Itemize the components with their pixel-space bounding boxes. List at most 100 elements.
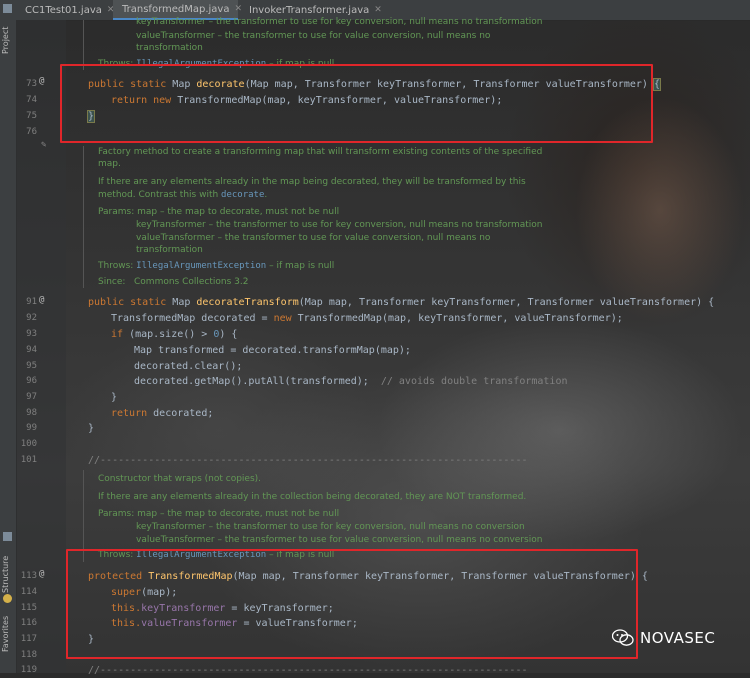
code-token: { — [652, 78, 662, 91]
line-number: 114 — [20, 587, 37, 597]
line-number: 95 — [26, 361, 37, 371]
doc-param-value: valueTransformer – the transformer to us… — [136, 535, 543, 545]
doc-param-value-cont: transformation — [136, 245, 203, 255]
code-token: decorated; — [153, 408, 214, 419]
doc-params: Params: map – the map to decorate, must … — [98, 206, 339, 218]
code-line-119[interactable]: //--------------------------------------… — [88, 663, 528, 678]
line-number: 93 — [26, 329, 37, 339]
code-comment: // avoids double transformation — [380, 376, 568, 387]
doc-param-key: keyTransformer – the transformer to use … — [136, 17, 543, 27]
line-number: 94 — [26, 345, 37, 355]
doc-param-key: keyTransformer – the transformer to use … — [136, 522, 525, 532]
code-token: (map.size() > — [129, 329, 214, 340]
code-line-98[interactable]: return decorated; — [111, 406, 213, 421]
line-number: 76 — [26, 127, 37, 137]
doc-paragraph: If there are any elements already in the… — [98, 492, 527, 502]
tab-label: TransformedMap.java — [122, 3, 230, 15]
line-number: 91 — [26, 297, 37, 307]
doc-param-key: keyTransformer – the transformer to use … — [136, 220, 543, 230]
line-number: 96 — [26, 376, 37, 386]
code-line-96[interactable]: decorated.getMap().putAll(transformed); … — [134, 374, 567, 389]
doc-param-value: valueTransformer – the transformer to us… — [136, 233, 491, 243]
line-number: 119 — [20, 665, 37, 675]
code-token: decorateTransform — [196, 297, 299, 308]
wechat-icon — [612, 629, 634, 646]
code-token: Map — [172, 297, 197, 308]
code-line-93[interactable]: if (map.size() > 0) { — [111, 327, 237, 342]
code-line-94[interactable]: Map transformed = decorated.transformMap… — [134, 343, 411, 358]
code-line-95[interactable]: decorated.clear(); — [134, 359, 242, 374]
doc-param-value: valueTransformer – the transformer to us… — [136, 31, 491, 41]
doc-params-label: Params: — [98, 509, 135, 519]
tool-window-strip: Project Structure Favorites — [0, 0, 17, 673]
code-token: public static — [88, 297, 173, 308]
doc-throws-link[interactable]: IllegalArgumentException — [136, 261, 266, 271]
line-number: 118 — [20, 650, 37, 660]
doc-param-value-cont: transformation — [136, 43, 203, 53]
tab-label: CC1Test01.java — [25, 4, 102, 16]
code-line-101[interactable]: //--------------------------------------… — [88, 453, 528, 468]
line-number: 73 — [26, 79, 37, 89]
code-line-91[interactable]: public static Map decorateTransform(Map … — [88, 295, 714, 310]
code-token: TransformedMap(map, keyTransformer, valu… — [297, 313, 623, 324]
doc-bar — [83, 146, 84, 288]
favorites-tool-label[interactable]: Favorites — [1, 604, 15, 652]
line-number: 99 — [26, 423, 37, 433]
project-icon[interactable] — [3, 4, 12, 13]
close-icon[interactable]: ✕ — [374, 5, 382, 15]
line-number: 97 — [26, 392, 37, 402]
code-token: return — [111, 408, 154, 419]
highlight-box-constructor — [66, 549, 638, 659]
doc-since-text: Commons Collections 3.2 — [125, 277, 249, 287]
override-marker-icon[interactable]: @ — [39, 76, 44, 86]
code-token: (Map map, Transformer keyTransformer, Tr… — [298, 297, 715, 308]
code-token: ) { — [219, 329, 238, 340]
doc-summary: Constructor that wraps (not copies). — [98, 474, 262, 484]
code-token: decorated.getMap().putAll(transformed); — [134, 376, 381, 387]
override-marker-icon[interactable]: @ — [39, 569, 44, 579]
line-number: 101 — [20, 455, 37, 465]
doc-throws: Throws: IllegalArgumentException – if ma… — [98, 260, 334, 272]
doc-paragraph-cont: method. Contrast this with decorate. — [98, 189, 267, 201]
doc-paragraph: If there are any elements already in the… — [98, 177, 526, 187]
doc-param-map: map – the map to decorate, must not be n… — [134, 509, 340, 519]
line-number: 117 — [20, 634, 37, 644]
favorites-star-icon[interactable] — [3, 594, 12, 603]
doc-throws-text: – if map is null — [266, 261, 335, 271]
line-number: 98 — [26, 408, 37, 418]
code-line-99[interactable]: } — [88, 421, 94, 436]
project-tool-label[interactable]: Project — [1, 14, 15, 54]
line-number: 115 — [20, 603, 37, 613]
code-line-92[interactable]: TransformedMap decorated = new Transform… — [111, 311, 623, 326]
doc-summary: Factory method to create a transforming … — [98, 147, 543, 157]
line-number: 92 — [26, 313, 37, 323]
code-token: TransformedMap decorated = — [111, 313, 274, 324]
code-token: if — [111, 329, 130, 340]
doc-since-label: Since: — [98, 277, 126, 287]
code-line-97[interactable]: } — [111, 390, 117, 405]
override-marker-icon[interactable]: @ — [39, 295, 44, 305]
structure-icon[interactable] — [3, 532, 12, 541]
doc-summary-cont: map. — [98, 159, 121, 169]
structure-tool-label[interactable]: Structure — [1, 543, 15, 593]
tab-label: InvokerTransformer.java — [249, 4, 370, 16]
line-number: 75 — [26, 111, 37, 121]
doc-decorate-link[interactable]: decorate — [221, 190, 264, 200]
highlight-box-decorate — [60, 64, 653, 143]
line-number: 100 — [20, 439, 37, 449]
doc-since: Since: Commons Collections 3.2 — [98, 276, 248, 288]
code-token: new — [273, 313, 298, 324]
doc-throws-label: Throws: — [98, 261, 134, 271]
edit-pencil-icon[interactable]: ✎ — [41, 140, 46, 150]
doc-params: Params: map – the map to decorate, must … — [98, 508, 339, 520]
watermark-text: NOVASEC — [640, 629, 716, 647]
line-number: 113 — [20, 571, 37, 581]
tab-cc1test01[interactable]: CC1Test01.java ✕ — [16, 0, 114, 20]
doc-text: . — [264, 190, 268, 200]
watermark: NOVASEC — [612, 629, 715, 647]
doc-param-map: map – the map to decorate, must not be n… — [134, 207, 340, 217]
line-number: 116 — [20, 618, 37, 628]
line-number: 74 — [26, 95, 37, 105]
doc-bar — [83, 20, 84, 70]
doc-text: method. Contrast this with — [98, 190, 222, 200]
